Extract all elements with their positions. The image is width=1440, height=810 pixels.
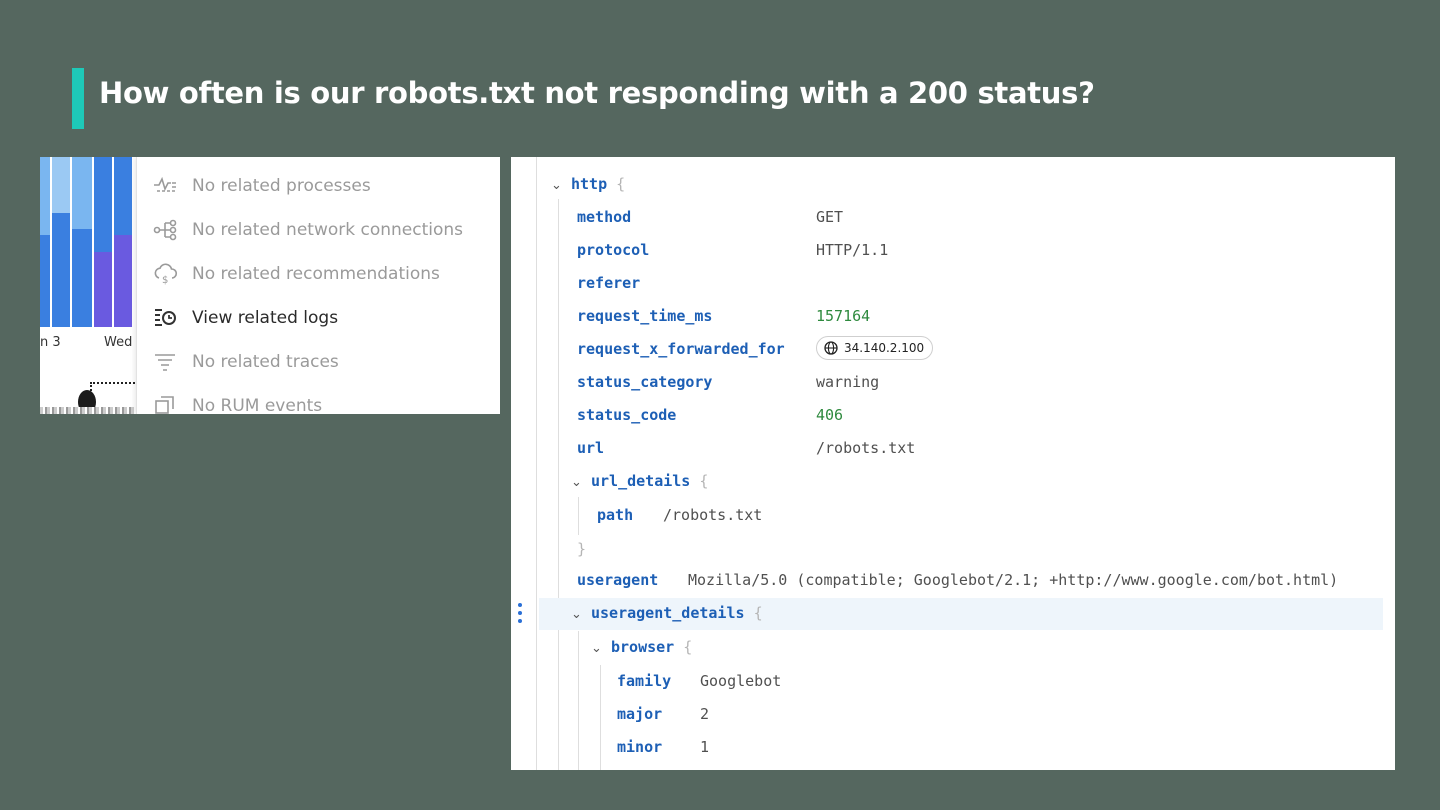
menu-item-processes: No related processes (153, 174, 371, 198)
log-attributes-panel: ⌄ http { method GET protocol HTTP/1.1 ref… (511, 157, 1395, 770)
json-value: warning (816, 373, 880, 391)
chart-bar (40, 157, 50, 235)
json-value: Googlebot (700, 672, 782, 690)
tree-guide (578, 631, 579, 770)
json-field: request_x_forwarded_for (577, 340, 785, 358)
chart-tick-label: Wed (104, 335, 133, 350)
json-node-url-details[interactable]: ⌄ url_details { (571, 470, 708, 492)
slide-title: How often is our robots.txt not respondi… (99, 76, 1095, 110)
chart-bar (114, 157, 132, 235)
chevron-down-icon[interactable]: ⌄ (551, 175, 565, 197)
logs-icon (153, 307, 179, 329)
chevron-down-icon[interactable]: ⌄ (571, 472, 585, 494)
network-icon (153, 219, 179, 241)
json-field: minor (617, 738, 663, 756)
globe-icon (824, 341, 838, 355)
tree-guide (600, 665, 601, 770)
title-accent-bar (72, 68, 84, 129)
json-value: 157164 (816, 307, 871, 325)
json-value: /robots.txt (816, 439, 916, 457)
json-value: /robots.txt (663, 506, 763, 524)
json-field: useragent (577, 571, 659, 589)
json-field: family (617, 672, 672, 690)
tree-guide (536, 157, 537, 770)
json-field: protocol (577, 241, 650, 259)
json-field: referer (577, 274, 641, 292)
chart-bar (94, 157, 112, 252)
json-field: path (597, 506, 634, 524)
json-value: 1 (700, 738, 710, 756)
json-value: GET (816, 208, 844, 226)
menu-item-network-connections: No related network connections (153, 218, 463, 242)
json-value: Mozilla/5.0 (compatible; Googlebot/2.1; … (688, 571, 1339, 589)
related-menu: No related processes No related network … (136, 157, 500, 414)
tree-guide (578, 497, 579, 535)
menu-item-recommendations: $ No related recommendations (153, 262, 440, 286)
chart-tick-label: n 3 (40, 335, 61, 350)
svg-text:$: $ (162, 275, 168, 285)
json-field: major (617, 705, 663, 723)
bar-chart-crop: n 3 Wed (40, 157, 136, 414)
ip-address: 34.140.2.100 (844, 341, 925, 355)
row-drag-handle-icon[interactable] (518, 603, 522, 623)
menu-item-view-related-logs[interactable]: View related logs (153, 306, 338, 330)
closing-brace: } (577, 540, 587, 558)
json-value: 406 (816, 406, 844, 424)
chart-texture (40, 407, 136, 414)
json-node-http[interactable]: ⌄ http { (551, 173, 625, 195)
chevron-down-icon[interactable]: ⌄ (591, 638, 605, 660)
tree-guide (558, 199, 559, 770)
json-field: url (577, 439, 605, 457)
rum-icon (153, 395, 179, 414)
chart-bar (72, 157, 92, 229)
ip-address-chip[interactable]: 34.140.2.100 (816, 336, 934, 360)
menu-item-rum-events: No RUM events (153, 394, 322, 414)
json-field: method (577, 208, 632, 226)
json-node-browser[interactable]: ⌄ browser { (591, 636, 692, 658)
recommendations-icon: $ (153, 263, 179, 285)
json-node-useragent-details[interactable]: ⌄ useragent_details { (571, 602, 763, 624)
json-field: status_code (577, 406, 677, 424)
json-field: request_time_ms (577, 307, 713, 325)
related-menu-screenshot: n 3 Wed No related processes No related … (40, 157, 500, 414)
json-value: HTTP/1.1 (816, 241, 889, 259)
menu-item-traces: No related traces (153, 350, 339, 374)
json-field: status_category (577, 373, 713, 391)
chart-bar (52, 157, 70, 213)
chevron-down-icon[interactable]: ⌄ (571, 604, 585, 626)
json-value: 2 (700, 705, 710, 723)
processes-icon (153, 175, 179, 197)
traces-icon (153, 351, 179, 373)
